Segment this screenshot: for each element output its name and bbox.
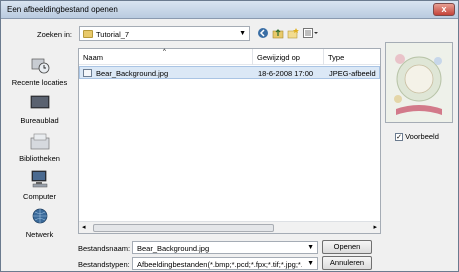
title-bar: Een afbeeldingbestand openen x xyxy=(1,1,458,19)
file-list[interactable]: Naam ^ Gewijzigd op Type Bear_Background… xyxy=(78,48,381,234)
lookin-row: Zoeken in: Tutorial_7 ▼ xyxy=(1,26,458,42)
lookin-label: Zoeken in: xyxy=(37,30,73,39)
filetype-dropdown[interactable]: Afbeeldingbestanden(*.bmp;*.pcd;*.fpx;*.… xyxy=(132,257,318,270)
filename-row: Bestandsnaam: Bear_Background.jpg ▼ Open… xyxy=(1,240,458,255)
image-file-icon xyxy=(83,69,92,77)
place-recent[interactable]: Recente locaties xyxy=(4,56,75,92)
scroll-right-icon[interactable]: ▸ xyxy=(373,223,377,231)
preview-checkbox[interactable]: ✓ xyxy=(395,133,403,142)
lookin-value: Tutorial_7 xyxy=(96,30,130,39)
preview-image xyxy=(386,43,452,122)
recent-locations-icon xyxy=(30,56,50,74)
up-folder-icon[interactable] xyxy=(272,27,284,39)
view-menu-icon[interactable] xyxy=(303,27,319,39)
folder-icon xyxy=(83,30,93,38)
computer-icon xyxy=(30,170,50,188)
preview-pane xyxy=(385,42,453,123)
place-network-label: Netwerk xyxy=(25,230,54,239)
chevron-down-icon: ▼ xyxy=(239,30,246,37)
cancel-button-label: Annuleren xyxy=(329,258,365,267)
filetype-value: Afbeeldingbestanden(*.bmp;*.pcd;*.fpx;*.… xyxy=(137,260,302,269)
close-icon: x xyxy=(441,4,447,14)
place-desktop-label: Bureaublad xyxy=(20,116,59,125)
open-button[interactable]: Openen xyxy=(322,240,372,254)
place-libraries-label: Bibliotheken xyxy=(19,154,60,163)
filename-value: Bear_Background.jpg xyxy=(137,244,210,253)
sort-ascending-icon: ^ xyxy=(163,49,166,55)
filename-label: Bestandsnaam: xyxy=(78,244,131,253)
file-modified: 18-6-2008 17:00 xyxy=(258,69,314,78)
column-type-label: Type xyxy=(328,53,345,62)
open-dialog: Een afbeeldingbestand openen x Zoeken in… xyxy=(0,0,459,272)
preview-checkbox-row[interactable]: ✓ Voorbeeld xyxy=(395,132,439,142)
file-name: Bear_Background.jpg xyxy=(96,69,169,78)
new-folder-icon[interactable] xyxy=(287,27,299,39)
filetype-row: Bestandstypen: Afbeeldingbestanden(*.bmp… xyxy=(1,256,458,271)
libraries-icon xyxy=(30,132,50,150)
filetype-label: Bestandstypen: xyxy=(78,260,130,269)
open-button-label: Openen xyxy=(333,242,361,251)
desktop-icon xyxy=(30,94,50,112)
place-network[interactable]: Netwerk xyxy=(4,208,75,244)
filename-input[interactable]: Bear_Background.jpg ▼ xyxy=(132,241,318,254)
column-header-type[interactable]: Type xyxy=(324,49,380,65)
cancel-button[interactable]: Annuleren xyxy=(322,256,372,270)
column-modified-label: Gewijzigd op xyxy=(257,53,300,62)
chevron-down-icon[interactable]: ▼ xyxy=(307,260,314,267)
places-bar: Recente locaties Bureaublad Bibliotheken… xyxy=(4,48,75,253)
file-list-header: Naam ^ Gewijzigd op Type xyxy=(79,49,380,65)
column-header-name[interactable]: Naam ^ xyxy=(79,49,253,65)
column-header-modified[interactable]: Gewijzigd op xyxy=(253,49,324,65)
place-desktop[interactable]: Bureaublad xyxy=(4,94,75,130)
close-button[interactable]: x xyxy=(433,3,455,16)
place-recent-label: Recente locaties xyxy=(11,78,68,87)
horizontal-scrollbar[interactable]: ◂ ▸ xyxy=(79,221,380,233)
chevron-down-icon[interactable]: ▼ xyxy=(307,244,314,251)
place-computer-label: Computer xyxy=(23,192,56,201)
file-type: JPEG-afbeeld xyxy=(329,69,376,78)
column-name-label: Naam xyxy=(83,53,104,62)
lookin-dropdown[interactable]: Tutorial_7 ▼ xyxy=(79,26,250,41)
preview-label: Voorbeeld xyxy=(405,132,439,141)
window-title: Een afbeeldingbestand openen xyxy=(7,5,118,14)
network-icon xyxy=(30,208,50,226)
place-computer[interactable]: Computer xyxy=(4,170,75,206)
scrollbar-thumb[interactable] xyxy=(93,224,274,232)
scroll-left-icon[interactable]: ◂ xyxy=(82,223,86,231)
file-row[interactable]: Bear_Background.jpg 18-6-2008 17:00 JPEG… xyxy=(79,66,380,79)
back-icon[interactable] xyxy=(257,27,269,39)
place-libraries[interactable]: Bibliotheken xyxy=(4,132,75,168)
